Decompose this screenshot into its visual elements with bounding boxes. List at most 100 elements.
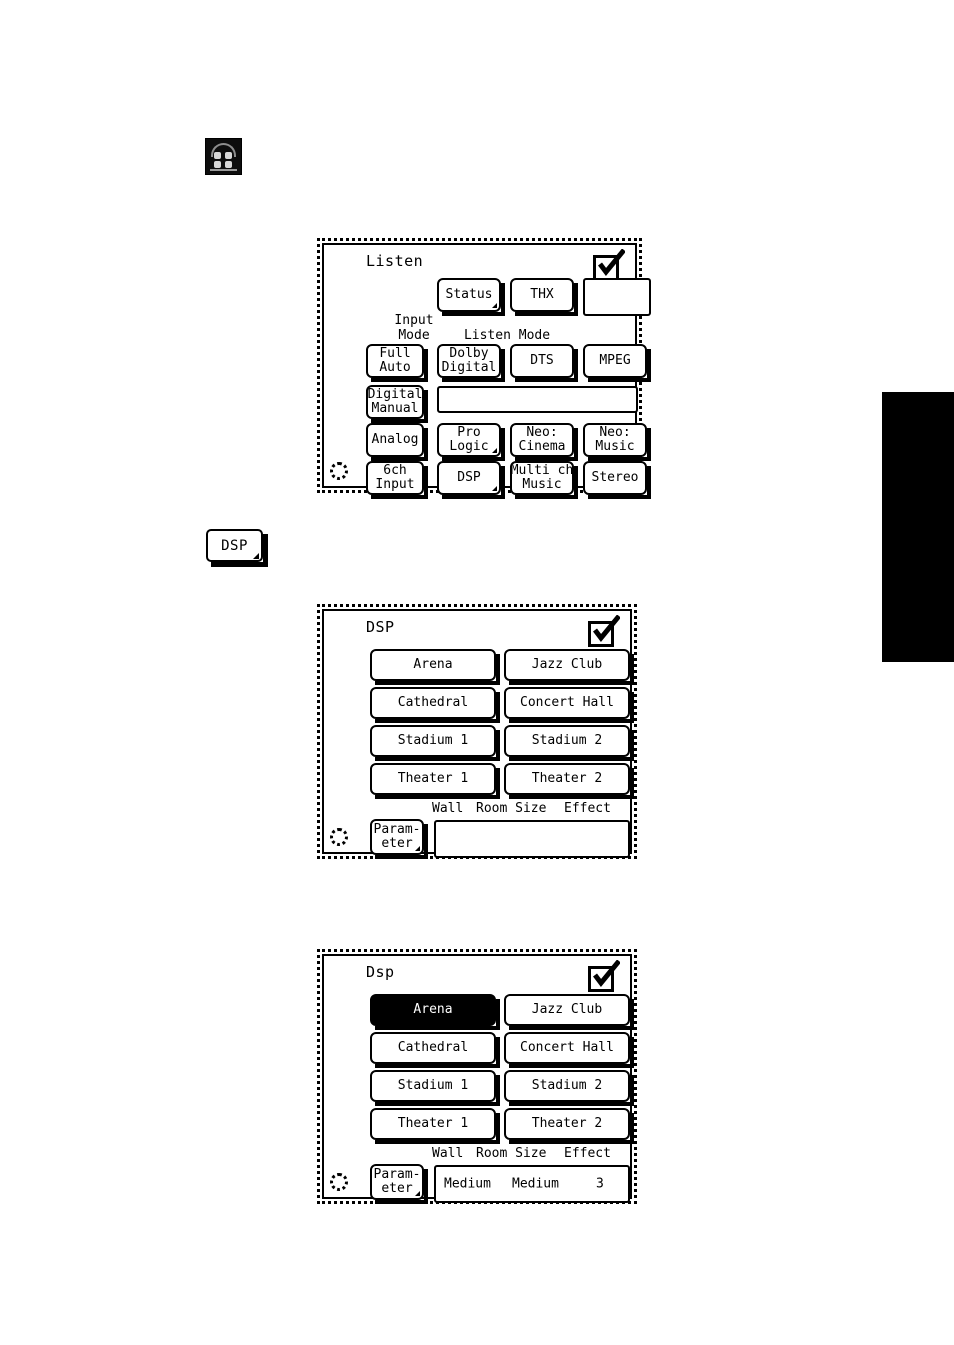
button-label: Theater 1 — [370, 1108, 496, 1140]
button-label: Neo: Cinema — [510, 423, 574, 457]
dsp-mode-concert-hall[interactable]: Concert Hall — [504, 1032, 634, 1068]
button-shadow-right — [574, 283, 578, 312]
effect-header: Effect — [564, 1146, 611, 1161]
submenu-marker-icon — [253, 553, 259, 559]
page-tab-marker — [882, 392, 954, 662]
button-shadow-bottom — [509, 1026, 634, 1030]
button-shadow-right — [501, 428, 505, 457]
thx-button[interactable]: THX — [510, 278, 578, 316]
button-shadow-right — [647, 466, 651, 495]
dsp-mode-jazz-club[interactable]: Jazz Club — [504, 994, 634, 1030]
button-label: Cathedral — [370, 687, 496, 719]
button-label: Cathedral — [370, 1032, 496, 1064]
listen-panel[interactable]: Listen Input Mode Listen Mode Status THX Ful… — [317, 238, 651, 499]
button-shadow-bottom — [371, 495, 428, 499]
input-mode-6ch-input[interactable]: 6ch Input — [366, 461, 428, 499]
button-label: Theater 2 — [504, 1108, 630, 1140]
dsp-mode-cathedral[interactable]: Cathedral — [370, 687, 500, 723]
dsp-key[interactable]: DSP — [206, 529, 268, 567]
room-size-header: Room Size — [476, 801, 547, 816]
button-label: Jazz Club — [504, 649, 630, 681]
dsp-panel-selected[interactable]: Dsp Arena Jazz Club Cathedral Concert Hall S… — [317, 949, 637, 1204]
dotted-circle-icon — [330, 828, 348, 846]
button-shadow-bottom — [375, 719, 500, 723]
button-shadow-right — [501, 349, 505, 378]
checkmark-icon[interactable] — [593, 249, 625, 281]
dsp-mode-stadium-1[interactable]: Stadium 1 — [370, 725, 500, 761]
button-shadow-right — [424, 428, 428, 457]
wall-header: Wall — [432, 1146, 464, 1161]
listen-mode-neo-music[interactable]: Neo: Music — [583, 423, 651, 461]
dsp-mode-theater-2[interactable]: Theater 2 — [504, 1108, 634, 1144]
submenu-marker-icon — [492, 486, 497, 491]
dsp-mode-jazz-club[interactable]: Jazz Club — [504, 649, 634, 685]
listen-mode-label: Listen Mode — [463, 328, 551, 343]
button-label: Jazz Club — [504, 994, 630, 1026]
button-shadow-bottom — [509, 795, 634, 799]
button-shadow-bottom — [375, 1140, 500, 1144]
input-mode-digital-manual[interactable]: Digital Manual — [366, 385, 428, 423]
button-shadow-bottom — [375, 1026, 500, 1030]
listen-mode-multi-ch-music[interactable]: Multi ch Music — [510, 461, 578, 499]
button-label: Stadium 1 — [370, 1070, 496, 1102]
empty-slot-button[interactable] — [583, 278, 651, 316]
button-label: MPEG — [583, 344, 647, 378]
dsp-panel-unselected[interactable]: DSP Arena Jazz Club Cathedral Concert Hall S… — [317, 604, 637, 859]
button-shadow-bottom — [509, 1064, 634, 1068]
listen-mode-pro-logic[interactable]: Pro Logic — [437, 423, 505, 461]
dsp-mode-cathedral[interactable]: Cathedral — [370, 1032, 500, 1068]
button-shadow-bottom — [442, 312, 505, 316]
button-shadow-right — [424, 349, 428, 378]
checkmark-icon[interactable] — [588, 960, 620, 992]
button-shadow-right — [496, 730, 500, 757]
speaker-grid-cell — [225, 161, 232, 168]
input-mode-full-auto[interactable]: Full Auto — [366, 344, 428, 382]
button-shadow-bottom — [375, 1064, 500, 1068]
dsp-mode-concert-hall[interactable]: Concert Hall — [504, 687, 634, 723]
wall-value: Medium — [444, 1176, 491, 1192]
submenu-marker-icon — [415, 1191, 420, 1196]
button-shadow-bottom — [509, 1102, 634, 1106]
button-shadow-bottom — [515, 495, 578, 499]
dsp-mode-stadium-1[interactable]: Stadium 1 — [370, 1070, 500, 1106]
button-shadow-bottom — [509, 719, 634, 723]
button-shadow-right — [496, 654, 500, 681]
button-shadow-right — [496, 1113, 500, 1140]
speaker-grid-icon[interactable] — [205, 138, 242, 175]
button-shadow-right — [647, 349, 651, 378]
button-label: 6ch Input — [366, 461, 424, 495]
dsp-mode-theater-1[interactable]: Theater 1 — [370, 1108, 500, 1144]
parameter-button[interactable]: Param-eter — [370, 1164, 428, 1204]
button-shadow-right — [496, 768, 500, 795]
speaker-grid-cell — [225, 152, 232, 159]
parameter-button[interactable]: Param-eter — [370, 819, 428, 859]
dsp-mode-theater-2[interactable]: Theater 2 — [504, 763, 634, 799]
button-shadow-right — [630, 768, 634, 795]
button-label: Concert Hall — [504, 687, 630, 719]
button-shadow-bottom — [442, 495, 505, 499]
button-shadow-bottom — [375, 681, 500, 685]
panel-title: DSP — [366, 618, 395, 636]
listen-mode-dts[interactable]: DTS — [510, 344, 578, 382]
submenu-marker-icon — [492, 448, 497, 453]
dsp-mode-arena[interactable]: Arena — [370, 649, 500, 685]
listen-mode-neo-cinema[interactable]: Neo: Cinema — [510, 423, 578, 461]
button-shadow-right — [574, 466, 578, 495]
dsp-mode-arena[interactable]: Arena — [370, 994, 500, 1030]
button-label: Concert Hall — [504, 1032, 630, 1064]
dsp-mode-stadium-2[interactable]: Stadium 2 — [504, 1070, 634, 1106]
dotted-circle-icon — [330, 462, 348, 480]
button-label: Stereo — [583, 461, 647, 495]
button-label: Arena — [370, 994, 496, 1026]
dsp-mode-theater-1[interactable]: Theater 1 — [370, 763, 500, 799]
listen-mode-dsp[interactable]: DSP — [437, 461, 505, 499]
listen-mode-stereo[interactable]: Stereo — [583, 461, 651, 499]
button-shadow-right — [630, 692, 634, 719]
status-button[interactable]: Status — [437, 278, 505, 316]
button-shadow-bottom — [509, 1140, 634, 1144]
input-mode-analog[interactable]: Analog — [366, 423, 428, 461]
dsp-mode-stadium-2[interactable]: Stadium 2 — [504, 725, 634, 761]
listen-mode-mpeg[interactable]: MPEG — [583, 344, 651, 382]
checkmark-icon[interactable] — [588, 615, 620, 647]
listen-mode-dolby-digital[interactable]: Dolby Digital — [437, 344, 505, 382]
